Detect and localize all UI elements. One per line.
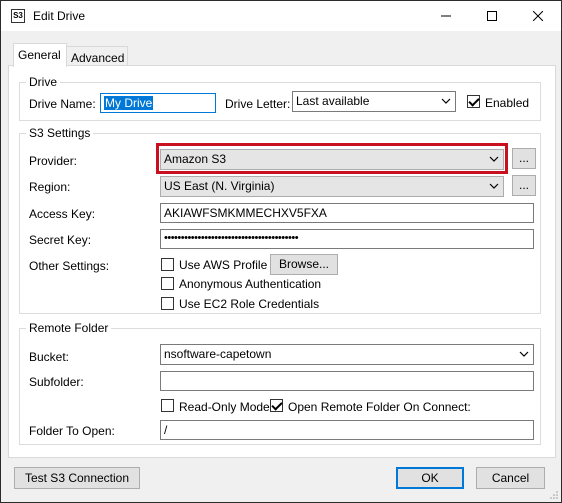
cancel-button[interactable]: Cancel bbox=[476, 467, 545, 489]
bucket-value: nsoftware-capetown bbox=[164, 347, 272, 361]
other-settings-label: Other Settings: bbox=[29, 259, 110, 273]
maximize-button[interactable] bbox=[469, 1, 515, 31]
region-select[interactable]: US East (N. Virginia) bbox=[160, 176, 504, 197]
edit-drive-dialog: S3 Edit Drive General Advanced Drive Dri… bbox=[0, 0, 562, 503]
browse-button[interactable]: Browse... bbox=[270, 254, 338, 275]
drive-letter-label: Drive Letter: bbox=[225, 97, 291, 111]
enabled-label: Enabled bbox=[485, 96, 530, 110]
maximize-icon bbox=[487, 11, 497, 21]
open-on-connect-checkbox[interactable] bbox=[270, 399, 283, 412]
provider-value: Amazon S3 bbox=[164, 152, 227, 166]
title-bar: S3 Edit Drive bbox=[1, 1, 561, 31]
minimize-button[interactable] bbox=[423, 1, 469, 31]
close-icon bbox=[533, 11, 543, 21]
access-key-input[interactable]: AKIAWFSMKMMECHXV5FXA bbox=[160, 203, 534, 223]
resize-grip-icon[interactable] bbox=[549, 490, 559, 500]
anonymous-auth-checkbox[interactable] bbox=[161, 277, 174, 290]
s3-app-icon: S3 bbox=[11, 9, 25, 23]
tab-general[interactable]: General bbox=[13, 43, 67, 67]
remote-folder-group-label: Remote Folder bbox=[26, 321, 112, 335]
drive-letter-value: Last available bbox=[296, 94, 370, 108]
general-tab-panel: Drive Drive Name: My Drive Drive Letter:… bbox=[8, 65, 556, 458]
drive-name-input[interactable]: My Drive bbox=[100, 93, 216, 113]
drive-name-label: Drive Name: bbox=[29, 97, 96, 111]
provider-select[interactable]: Amazon S3 bbox=[160, 149, 504, 170]
chevron-down-icon bbox=[441, 98, 451, 104]
open-on-connect-label: Open Remote Folder On Connect: bbox=[288, 400, 471, 414]
provider-more-button[interactable]: ... bbox=[512, 148, 536, 169]
ec2-role-label: Use EC2 Role Credentials bbox=[179, 297, 320, 311]
bucket-select[interactable]: nsoftware-capetown bbox=[160, 344, 534, 365]
app-icon-text: S3 bbox=[13, 11, 23, 20]
anonymous-auth-label: Anonymous Authentication bbox=[179, 277, 322, 291]
bucket-label: Bucket: bbox=[29, 350, 70, 364]
subfolder-input[interactable] bbox=[160, 371, 534, 391]
folder-to-open-input[interactable]: / bbox=[160, 420, 534, 440]
tab-control: General Advanced Drive Drive Name: My Dr… bbox=[8, 43, 556, 459]
use-aws-profile-checkbox[interactable] bbox=[161, 258, 174, 271]
read-only-checkbox[interactable] bbox=[161, 399, 174, 412]
ec2-role-checkbox[interactable] bbox=[161, 297, 174, 310]
region-label: Region: bbox=[29, 180, 71, 194]
region-value: US East (N. Virginia) bbox=[164, 179, 275, 193]
secret-key-label: Secret Key: bbox=[29, 233, 92, 247]
chevron-down-icon bbox=[519, 351, 529, 357]
chevron-down-icon bbox=[489, 156, 499, 162]
close-button[interactable] bbox=[515, 1, 561, 31]
enabled-checkbox[interactable] bbox=[467, 95, 480, 108]
secret-key-input[interactable]: •••••••••••••••••••••••••••••••••••••••• bbox=[160, 229, 534, 249]
ok-button[interactable]: OK bbox=[396, 467, 464, 489]
folder-to-open-label: Folder To Open: bbox=[29, 424, 115, 438]
subfolder-label: Subfolder: bbox=[29, 375, 84, 389]
window-title: Edit Drive bbox=[33, 9, 86, 23]
test-s3-connection-button[interactable]: Test S3 Connection bbox=[14, 467, 140, 489]
provider-label: Provider: bbox=[29, 154, 78, 168]
use-aws-profile-label: Use AWS Profile bbox=[179, 258, 268, 272]
region-more-button[interactable]: ... bbox=[512, 175, 536, 196]
read-only-label: Read-Only Mode bbox=[179, 400, 270, 414]
minimize-icon bbox=[441, 15, 451, 17]
s3-settings-group-label: S3 Settings bbox=[26, 126, 94, 140]
drive-name-value: My Drive bbox=[104, 96, 154, 110]
drive-group-label: Drive bbox=[26, 75, 61, 89]
drive-letter-select[interactable]: Last available bbox=[292, 91, 456, 112]
chevron-down-icon bbox=[489, 183, 499, 189]
access-key-label: Access Key: bbox=[29, 207, 96, 221]
